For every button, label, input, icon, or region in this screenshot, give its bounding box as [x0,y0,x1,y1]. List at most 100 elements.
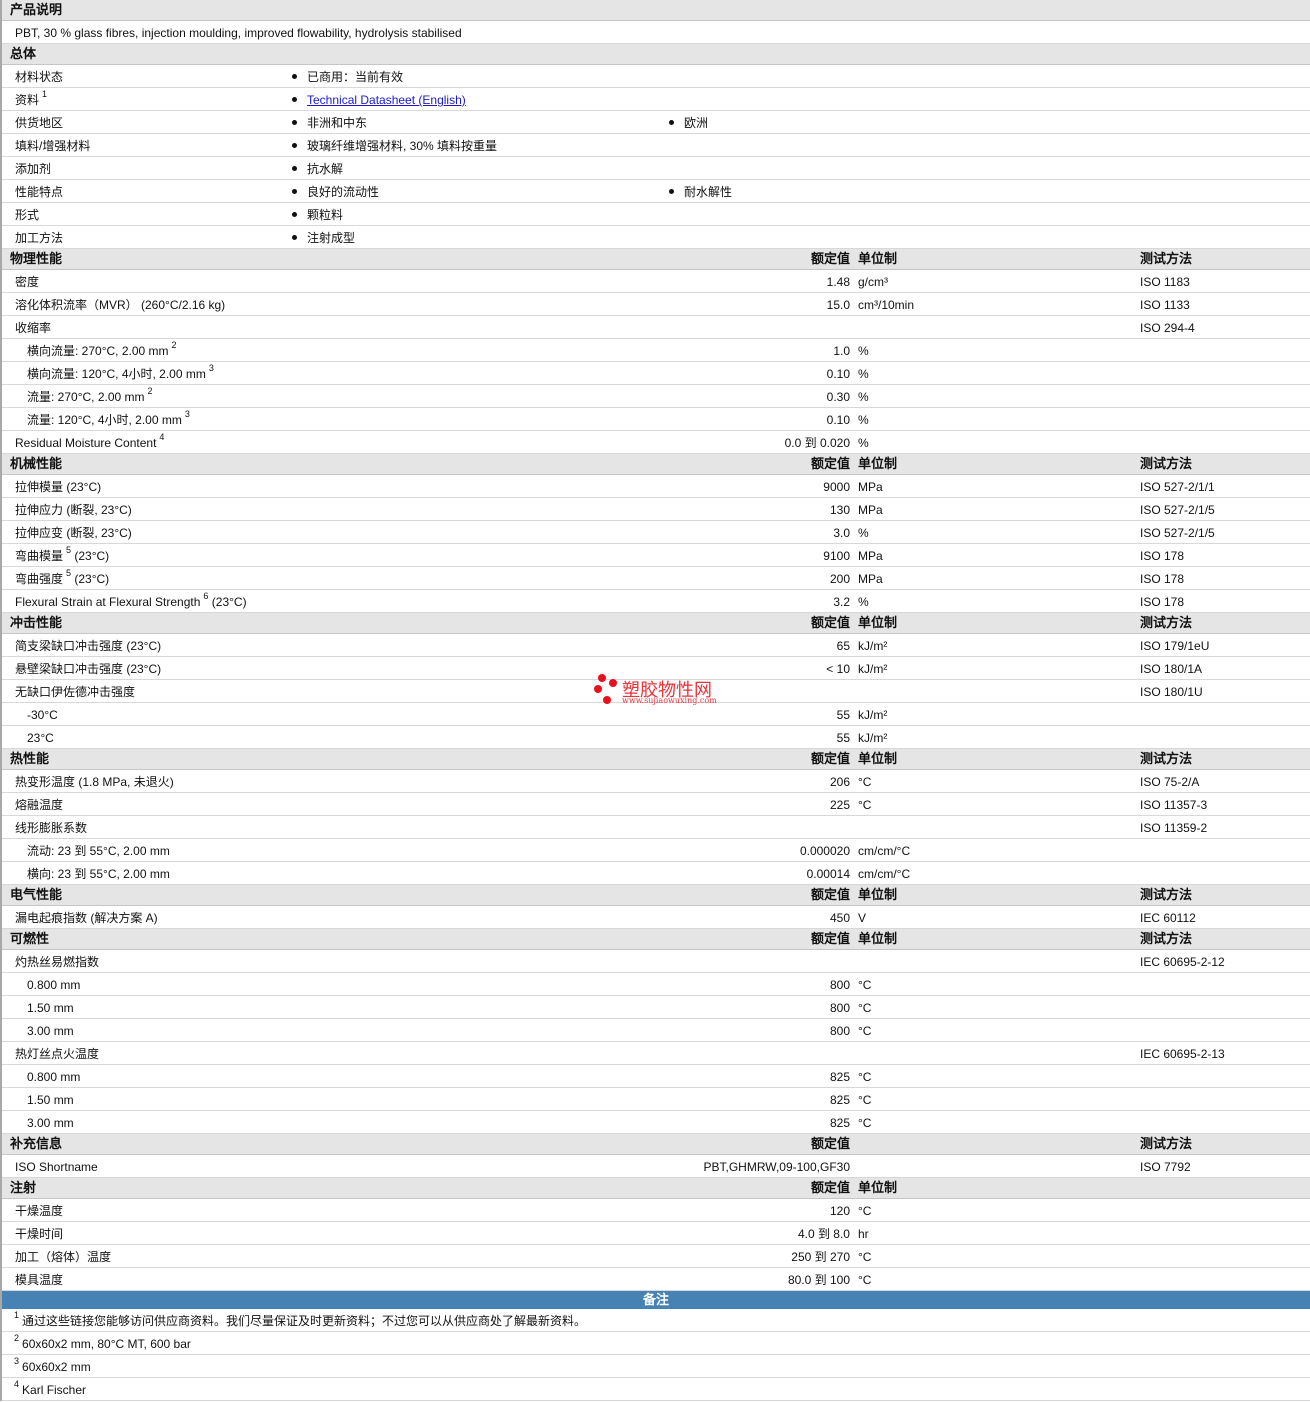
property-row: 溶化体积流率（MVR） (260°C/2.16 kg) 15.0 cm³/10min… [2,293,1310,316]
section-title: 注射 [10,1180,37,1195]
property-unit: °C [858,1116,872,1130]
property-label: 1.50 mm [27,1088,74,1112]
label-text: 拉伸应变 (断裂, 23°C) [15,526,132,540]
property-label: 简支梁缺口冲击强度 (23°C) [15,634,161,658]
test-method: ISO 178 [1140,549,1185,563]
section-title: 产品说明 [10,2,63,17]
test-method: ISO 527-2/1/5 [1140,526,1215,540]
label-text: 灼热丝易燃指数 [15,955,100,969]
bullet-icon [292,120,297,126]
label-text: 资料 [15,93,40,107]
property-row: 弯曲强度 5 (23°C) 200 MPa ISO 178 [2,567,1310,590]
property-unit: °C [858,978,872,992]
footnote: 4 Karl Fischer [2,1378,1310,1401]
property-unit: °C [858,1024,872,1038]
bullet-icon [669,189,674,195]
property-row: 拉伸模量 (23°C) 9000 MPa ISO 527-2/1/1 [2,475,1310,498]
row-label: 形式 [15,203,39,227]
test-method: ISO 7792 [1140,1160,1191,1174]
property-unit: °C [858,1001,872,1015]
label-text: 漏电起痕指数 (解决方案 A) [15,911,158,925]
property-label: 拉伸应变 (断裂, 23°C) [15,521,132,545]
label-text: 溶化体积流率（MVR） (260°C/2.16 kg) [15,298,226,312]
property-value: PBT,GHMRW,09-100,GF30 [703,1160,851,1174]
bullet-item: 非洲和中东 [292,111,367,135]
property-value: 65 [836,639,850,653]
property-unit: kJ/m² [858,731,888,745]
footnote-ref: 2 [147,386,153,396]
test-method: ISO 527-2/1/5 [1140,503,1215,517]
property-value: 1.0 [833,344,850,358]
property-row: 0.800 mm 800 °C [2,973,1310,996]
section-title: 电气性能 [10,887,63,902]
label-text: 悬壁梁缺口冲击强度 (23°C) [15,662,162,676]
property-value: 0.0 到 0.020 [784,436,850,450]
property-row: 线形膨胀系数 ISO 11359-2 [2,816,1310,839]
label-text: 横向: 23 到 55°C, 2.00 mm [27,867,170,881]
property-label: 流量: 120°C, 4小时, 2.00 mm 3 [27,408,190,432]
property-label: 拉伸模量 (23°C) [15,475,101,499]
property-label: 0.800 mm [27,973,80,997]
property-unit: °C [858,1204,872,1218]
property-value: 0.000020 [799,844,850,858]
test-method: ISO 179/1eU [1140,639,1210,653]
property-row: 干燥时间 4.0 到 8.0 hr [2,1222,1310,1245]
test-method: ISO 75-2/A [1140,775,1200,789]
label-text: 弯曲模量 [15,549,64,563]
section-header: 热性能 额定值 单位制 测试方法 [2,749,1310,770]
property-label: 横向流量: 120°C, 4小时, 2.00 mm 3 [27,362,214,386]
bullet-text: 已商用：当前有效 [307,70,404,84]
property-value: 825 [829,1093,850,1107]
property-label: -30°C [27,703,58,727]
label-text: 流量: 270°C, 2.00 mm [27,390,145,404]
property-unit: g/cm³ [858,275,888,289]
section-title: 冲击性能 [10,615,63,630]
test-method: ISO 178 [1140,595,1185,609]
property-unit: % [858,526,869,540]
property-unit: kJ/m² [858,708,888,722]
property-unit: V [858,911,867,925]
property-value: 825 [829,1070,850,1084]
label-text: 密度 [15,275,40,289]
row-label: 加工方法 [15,226,63,250]
bullet-item: 良好的流动性 [292,180,379,204]
property-label: 弯曲模量 5 (23°C) [15,544,109,568]
property-value: 3.0 [833,526,850,540]
row-label: 性能特点 [15,180,63,204]
footnote-number: 2 [14,1333,20,1343]
bullet-text: 欧洲 [684,116,709,130]
property-row: 拉伸应变 (断裂, 23°C) 3.0% ISO 527-2/1/5 [2,521,1310,544]
property-row: 热灯丝点火温度 IEC 60695-2-13 [2,1042,1310,1065]
test-method: ISO 178 [1140,572,1185,586]
column-header-unit: 单位制 [858,615,898,630]
label-text: ISO Shortname [15,1160,98,1174]
label-text: 简支梁缺口冲击强度 (23°C) [15,639,162,653]
label-text: 填料/增强材料 [15,139,91,153]
section-header: 物理性能 额定值 单位制 测试方法 [2,249,1310,270]
label-text: 弯曲强度 [15,572,64,586]
label-text: 横向流量: 270°C, 2.00 mm [27,344,169,358]
property-row: 0.800 mm 825 °C [2,1065,1310,1088]
section-header: 可燃性 额定值 单位制 测试方法 [2,929,1310,950]
property-label: 干燥温度 [15,1199,63,1223]
property-unit: cm/cm/°C [858,867,911,881]
property-label: 流量: 270°C, 2.00 mm 2 [27,385,153,409]
property-row: 拉伸应力 (断裂, 23°C) 130 MPa ISO 527-2/1/5 [2,498,1310,521]
property-unit: °C [858,1093,872,1107]
property-unit: % [858,390,869,404]
property-unit: % [858,595,869,609]
column-header-value: 额定值 [810,456,850,471]
property-row: 干燥温度 120 °C [2,1199,1310,1222]
datasheet-link[interactable]: Technical Datasheet (English) [307,93,466,107]
label-text: 干燥温度 [15,1204,64,1218]
label-text: 无缺口伊佐德冲击强度 [15,685,136,699]
row-label: 材料状态 [15,65,63,89]
property-label: 23°C [27,726,54,750]
bullet-text: 非洲和中东 [307,116,368,130]
property-value: 15.0 [826,298,850,312]
notes-header: 备注 [2,1291,1310,1309]
property-value: 0.30 [826,390,850,404]
property-row: 1.50 mm 825 °C [2,1088,1310,1111]
property-row: 流量: 120°C, 4小时, 2.00 mm 3 0.10% [2,408,1310,431]
footnote: 3 60x60x2 mm [2,1355,1310,1378]
